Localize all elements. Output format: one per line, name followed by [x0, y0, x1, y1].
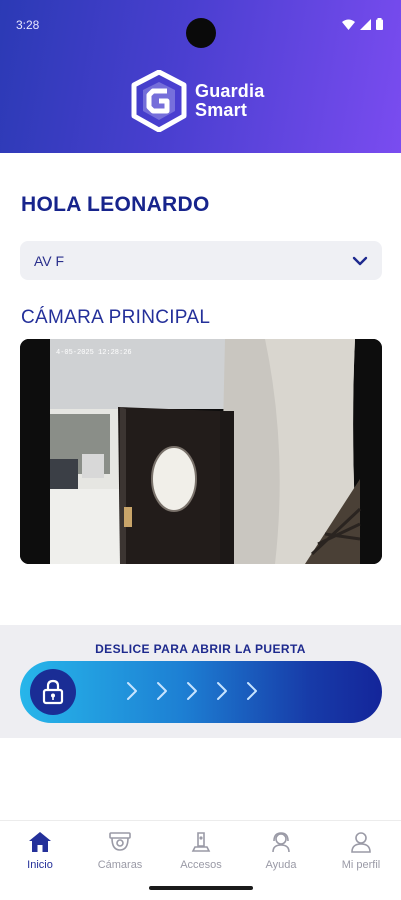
shield-g-icon	[131, 70, 187, 132]
status-time: 3:28	[16, 18, 40, 32]
dome-camera-icon	[109, 832, 131, 851]
home-indicator	[149, 886, 253, 890]
greeting-title: HOLA LEONARDO	[21, 193, 210, 216]
wifi-icon	[342, 19, 355, 30]
home-icon	[29, 832, 51, 852]
chevron-right-icon	[187, 682, 197, 700]
location-select-value: AV F	[34, 252, 65, 269]
lock-icon	[42, 679, 64, 705]
nav-item-accesos[interactable]: Accesos	[161, 831, 241, 871]
help-icon	[272, 832, 290, 853]
chevron-down-icon	[352, 256, 368, 265]
unlock-panel: DESLICE PARA ABRIR LA PUERTA	[0, 625, 401, 738]
brand-name-line2: Smart	[195, 100, 248, 120]
chevron-right-icon	[217, 682, 227, 700]
profile-icon	[351, 832, 371, 853]
unlock-slider-handle[interactable]	[30, 669, 76, 715]
cell-signal-icon	[360, 18, 371, 30]
nav-label-accesos: Accesos	[180, 859, 222, 871]
nav-label-camaras: Cámaras	[97, 859, 143, 871]
chevron-right-icon	[127, 682, 137, 700]
battery-icon	[376, 18, 383, 30]
unlock-slider[interactable]	[20, 661, 382, 723]
nav-label-inicio: Inicio	[27, 859, 53, 871]
camera-timestamp: 4-05-2025 12:28:26	[56, 349, 132, 357]
camera-feed[interactable]: 4-05-2025 12:28:26	[20, 339, 382, 564]
nav-item-mi-perfil[interactable]: Mi perfil	[321, 831, 401, 871]
nav-item-ayuda[interactable]: Ayuda	[241, 831, 321, 871]
brand-name-line1: Guardia	[195, 81, 265, 101]
unlock-instruction: DESLICE PARA ABRIR LA PUERTA	[95, 642, 306, 656]
nav-label-mi-perfil: Mi perfil	[341, 859, 381, 871]
nav-item-camaras[interactable]: Cámaras	[80, 831, 160, 871]
chevron-right-icon	[247, 682, 257, 700]
camera-title: CÁMARA PRINCIPAL	[21, 307, 211, 328]
access-icon	[191, 832, 211, 852]
slide-arrows	[125, 680, 259, 702]
camera-feed-image: 4-05-2025 12:28:26	[20, 339, 382, 564]
location-select[interactable]: AV F	[20, 241, 382, 280]
chevron-right-icon	[157, 682, 167, 700]
status-icons	[342, 18, 383, 30]
front-camera-cutout	[186, 18, 216, 48]
brand-logo: Guardia Smart	[131, 70, 264, 132]
app-header: 3:28 Guardia Smart	[0, 0, 401, 153]
nav-label-ayuda: Ayuda	[265, 859, 297, 871]
nav-item-inicio[interactable]: Inicio	[0, 831, 80, 871]
